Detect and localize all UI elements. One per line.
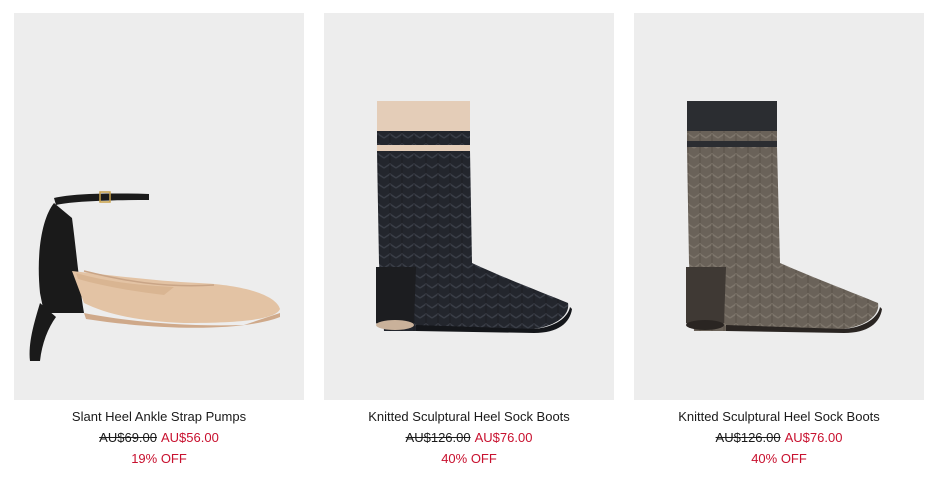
discount-label: 19% OFF <box>131 451 187 466</box>
product-card[interactable]: Slant Heel Ankle Strap Pumps AU$69.00 AU$… <box>14 13 304 467</box>
product-image-slant-heel-pumps[interactable] <box>14 13 304 400</box>
price-row: AU$69.00 AU$56.00 <box>14 430 304 446</box>
product-name[interactable]: Knitted Sculptural Heel Sock Boots <box>634 409 924 425</box>
sale-price: AU$76.00 <box>474 430 533 445</box>
product-name[interactable]: Knitted Sculptural Heel Sock Boots <box>324 409 614 425</box>
sale-price: AU$76.00 <box>784 430 843 445</box>
original-price: AU$126.00 <box>405 430 471 445</box>
price-row: AU$126.00 AU$76.00 <box>634 430 924 446</box>
product-card[interactable]: Knitted Sculptural Heel Sock Boots AU$12… <box>634 13 924 467</box>
original-price: AU$126.00 <box>715 430 781 445</box>
product-name[interactable]: Slant Heel Ankle Strap Pumps <box>14 409 304 425</box>
product-image-sock-boots-black[interactable] <box>324 13 614 400</box>
black-sock-boot-image <box>376 101 572 333</box>
price-row: AU$126.00 AU$76.00 <box>324 430 614 446</box>
original-price: AU$69.00 <box>99 430 157 445</box>
product-image-sock-boots-grey[interactable] <box>634 13 924 400</box>
discount-label: 40% OFF <box>751 451 807 466</box>
product-grid: Slant Heel Ankle Strap Pumps AU$69.00 AU$… <box>0 0 940 480</box>
grey-sock-boot-image <box>686 101 882 333</box>
discount-label: 40% OFF <box>441 451 497 466</box>
product-card[interactable]: Knitted Sculptural Heel Sock Boots AU$12… <box>324 13 614 467</box>
sale-price: AU$56.00 <box>161 430 219 445</box>
pump-shoe-image <box>29 191 280 361</box>
